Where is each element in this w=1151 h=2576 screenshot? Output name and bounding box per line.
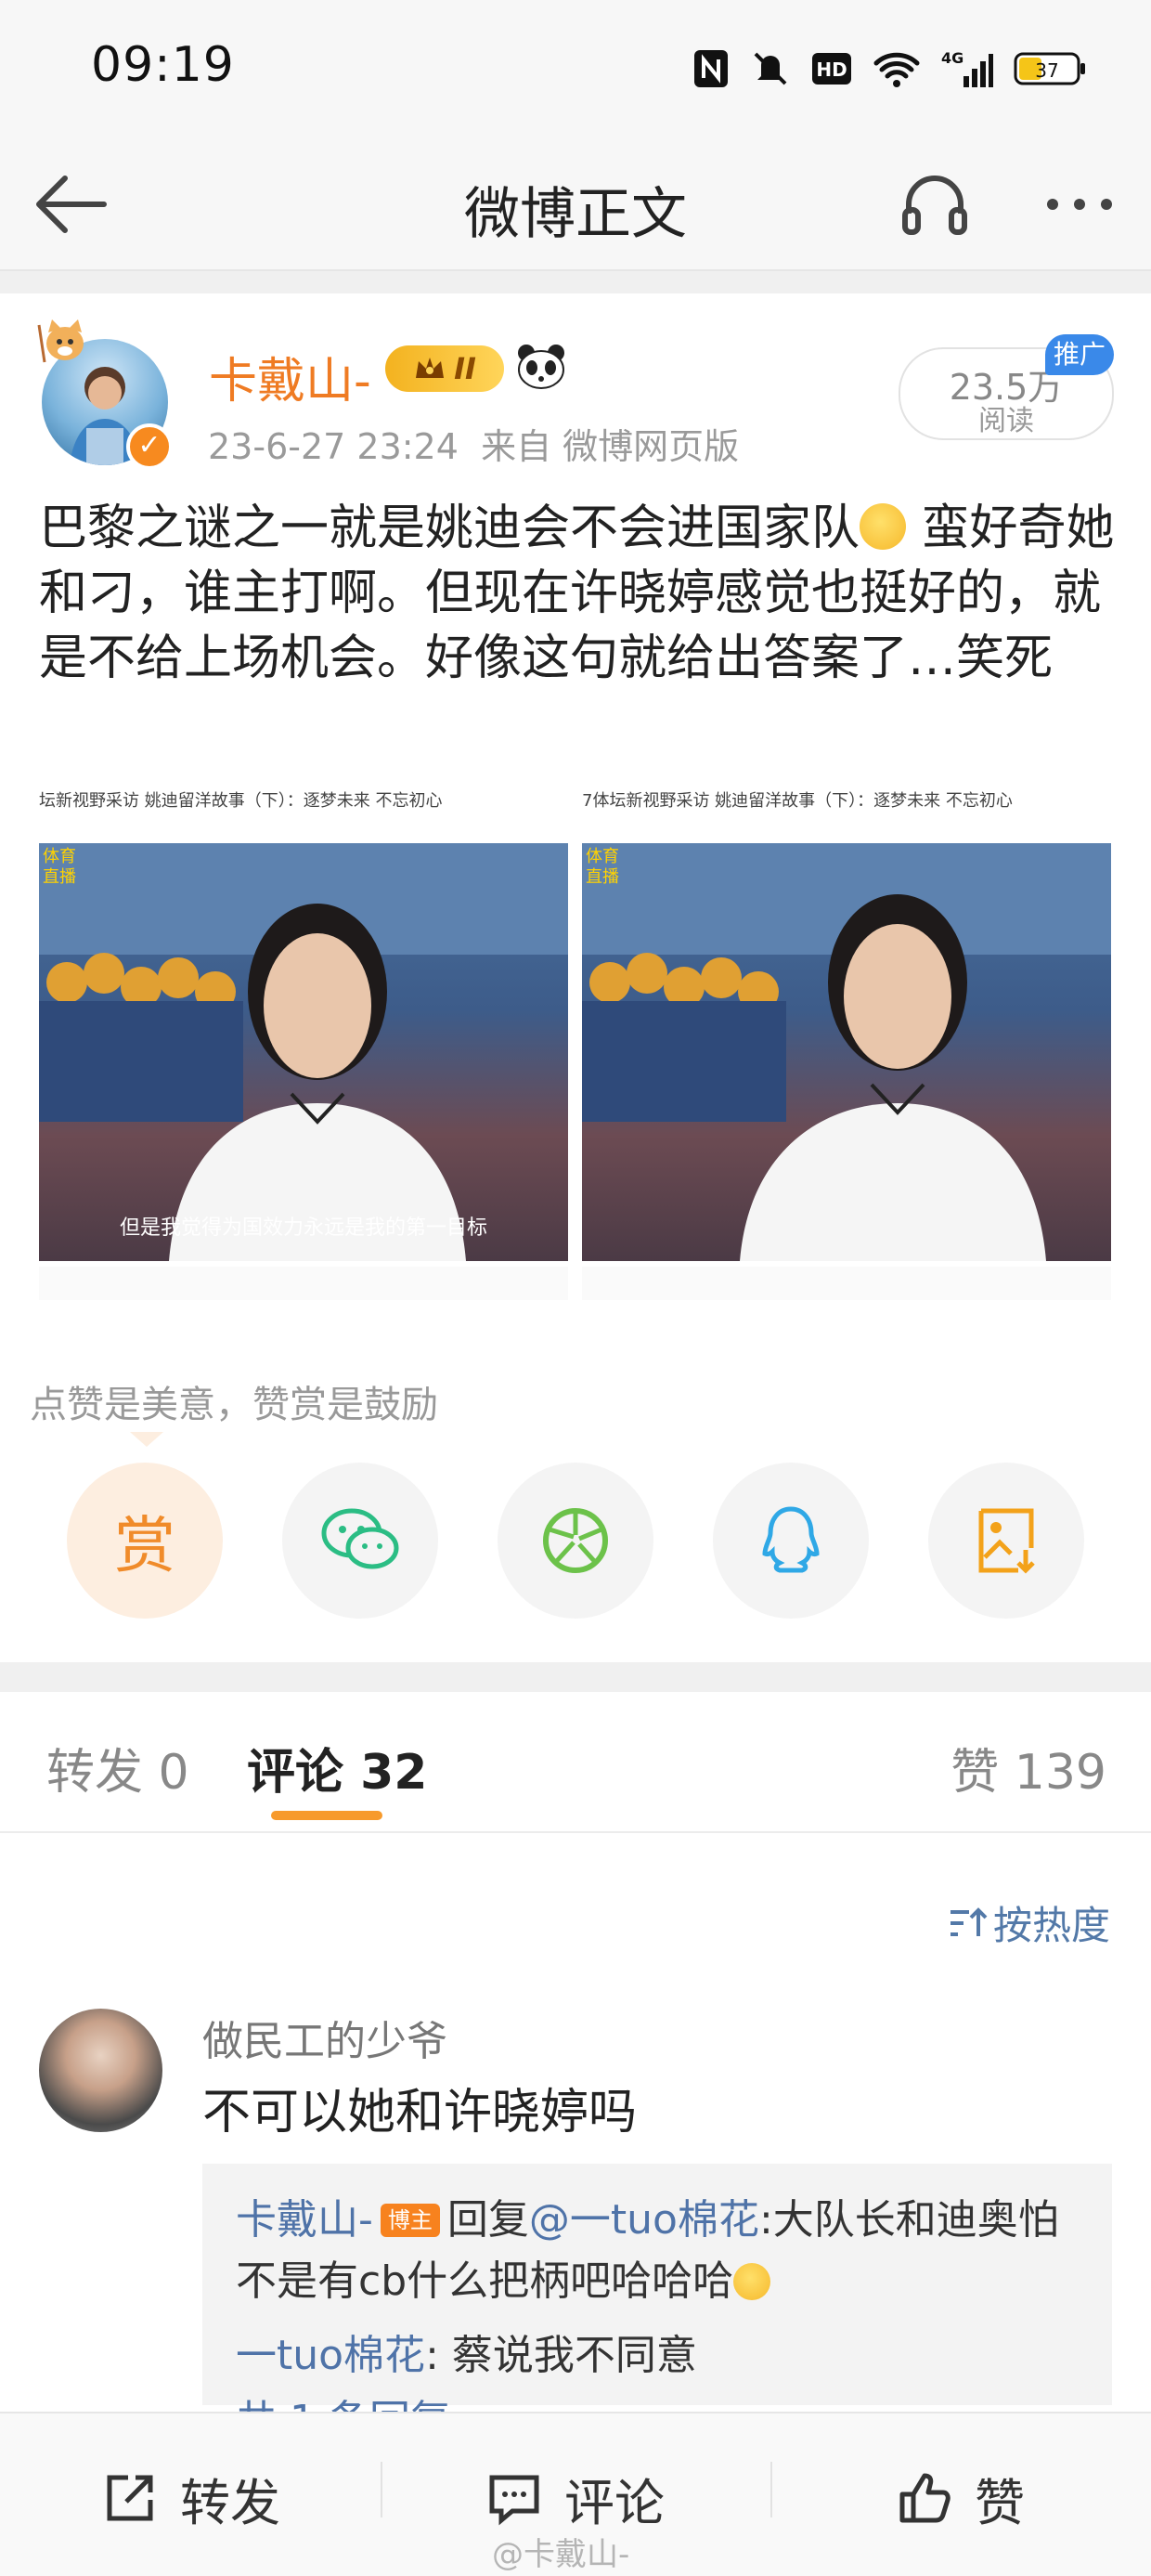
tab-repost[interactable]: 转发 0 — [46, 1733, 189, 1802]
signal-4g-icon: 4G — [941, 49, 993, 87]
image-1-scene: 体育 直播 但是我觉得为国效力永远是我的第一目标 — [39, 843, 568, 1261]
weibo-watermark: @卡戴山- — [492, 2536, 630, 2573]
reply-prefix: 回复 — [446, 2196, 529, 2244]
image-1-subtitle: 但是我觉得为国效力永远是我的第一目标 — [119, 1216, 487, 1240]
comment-text: 不可以她和许晓婷吗 — [202, 2085, 638, 2140]
image-2-caption: 7体坛新视野采访 姚迪留洋故事（下）：逐梦未来 不忘初心 — [582, 791, 1013, 811]
battery-icon: 37 — [1014, 52, 1085, 85]
header-separator — [0, 271, 1151, 293]
bottom-divider — [381, 2462, 382, 2517]
post-image-2[interactable]: 7体坛新视野采访 姚迪留洋故事（下）：逐梦未来 不忘初心 体育 直播 — [582, 774, 1111, 1300]
reply-author[interactable]: 一tuo棉花 — [236, 2332, 425, 2379]
tab-likes[interactable]: 赞 139 — [951, 1733, 1106, 1802]
avatar-pendant-icon — [35, 316, 91, 371]
repost-button[interactable]: 转发 — [100, 2456, 280, 2540]
repost-label: 转发 — [180, 2473, 280, 2532]
image-1-channel-label: 体育 直播 — [43, 847, 76, 887]
tab-divider — [0, 1831, 1151, 1833]
reply-text: : 蔡说我不同意 — [425, 2332, 697, 2379]
image-2-channel-label: 体育 直播 — [586, 847, 619, 887]
sort-label: 按热度 — [992, 1903, 1110, 1948]
comment-icon — [489, 2475, 539, 2526]
share-moments-button[interactable] — [498, 1463, 653, 1619]
headphones-icon[interactable] — [896, 167, 974, 245]
hd-icon: HD — [812, 53, 851, 85]
reply-mention[interactable]: @一tuo棉花 — [529, 2196, 759, 2244]
reply-item: 一tuo棉花: 蔡说我不同意 — [236, 2322, 697, 2381]
thumbs-up-icon — [899, 2473, 951, 2523]
comment-button[interactable]: 评论 — [485, 2456, 665, 2540]
sort-icon — [950, 1906, 988, 1936]
laugh-cry-emoji-icon — [860, 503, 907, 550]
share-wechat-button[interactable] — [282, 1463, 438, 1619]
image-2-scene: 体育 直播 — [582, 843, 1111, 1261]
verified-badge-icon: ✓ — [126, 423, 173, 470]
panda-icon — [515, 342, 567, 394]
like-label: 赞 — [975, 2473, 1025, 2532]
like-button[interactable]: 赞 — [895, 2456, 1025, 2540]
save-image-button[interactable] — [928, 1463, 1084, 1619]
author-avatar-group[interactable]: ✓ — [35, 316, 173, 470]
post-image-1[interactable]: 坛新视野采访 姚迪留洋故事（下）：逐梦未来 不忘初心 体育 直播 但是我觉得为国… — [39, 774, 568, 1300]
wechat-icon — [321, 1508, 399, 1569]
views-label: 阅读 — [978, 405, 1034, 437]
image-1-footer — [39, 1267, 568, 1300]
reward-hint: 点赞是美意，赞赏是鼓励 — [30, 1384, 438, 1426]
repost-icon — [107, 2475, 153, 2521]
crown-icon — [416, 358, 445, 378]
moments-aperture-icon — [543, 1508, 608, 1573]
status-icons: HD 4G 37 — [692, 43, 1086, 95]
section-separator — [0, 1662, 1151, 1692]
reward-button[interactable]: 赏 — [67, 1463, 223, 1619]
commenter-name[interactable]: 做民工的少爷 — [202, 2008, 447, 2067]
share-qq-button[interactable] — [713, 1463, 869, 1619]
reply-item: 卡戴山- 博主 回复@一tuo棉花:大队长和迪奥怕不是有cb什么把柄吧哈哈哈 — [236, 2190, 1090, 2312]
reward-hint-pointer — [130, 1432, 163, 1447]
reply-thread[interactable]: 卡戴山- 博主 回复@一tuo棉花:大队长和迪奥怕不是有cb什么把柄吧哈哈哈 一tu… — [202, 2164, 1112, 2444]
nav-bar: 微博正文 — [0, 139, 1151, 271]
vip-crown-badge[interactable]: II — [385, 345, 504, 392]
host-badge: 博主 — [380, 2204, 440, 2237]
post-timestamp: 23-6-27 23:24 — [208, 426, 459, 467]
svg-text:HD: HD — [816, 59, 847, 81]
post-source: 来自 微博网页版 — [481, 426, 740, 467]
wifi-icon — [873, 52, 920, 87]
sort-by-heat-button[interactable]: 按热度 — [947, 1894, 1110, 1951]
post-text: 巴黎之谜之一就是姚迪会不会进国家队 蛮好奇她和刁，谁主打啊。但现在许晓婷感觉也挺… — [39, 496, 1120, 691]
more-options-icon[interactable] — [1038, 167, 1121, 245]
post-text-part1: 巴黎之谜之一就是姚迪会不会进国家队 — [39, 501, 860, 556]
post-meta: 23-6-27 23:24 来自 微博网页版 — [208, 418, 739, 469]
status-bar: 09:19 HD 4G 37 — [0, 0, 1151, 139]
nfc-icon — [694, 50, 728, 87]
status-time: 09:19 — [91, 37, 235, 93]
promo-tag: 推广 — [1045, 334, 1114, 375]
active-tab-indicator — [271, 1811, 382, 1820]
save-image-icon — [978, 1508, 1035, 1574]
mute-icon — [754, 52, 787, 85]
svg-text:4G: 4G — [941, 49, 963, 67]
image-2-footer — [582, 1267, 1111, 1300]
bottom-action-bar: 转发 评论 赞 @卡戴山- — [0, 2412, 1151, 2576]
author-name[interactable]: 卡戴山- — [209, 342, 371, 411]
reward-label: 赏 — [114, 1510, 175, 1581]
page-title: 微博正文 — [464, 182, 687, 247]
battery-level: 37 — [1035, 59, 1058, 82]
tab-comments[interactable]: 评论 32 — [247, 1733, 427, 1802]
image-1-caption: 坛新视野采访 姚迪留洋故事（下）：逐梦未来 不忘初心 — [39, 791, 443, 811]
vip-level: II — [454, 351, 476, 386]
comment-label: 评论 — [564, 2473, 665, 2532]
qq-penguin-icon — [762, 1506, 820, 1573]
laughing-emoji-icon — [733, 2263, 771, 2300]
reply-author[interactable]: 卡戴山- — [236, 2196, 373, 2244]
commenter-avatar[interactable] — [39, 2009, 162, 2132]
bottom-divider — [770, 2462, 772, 2517]
